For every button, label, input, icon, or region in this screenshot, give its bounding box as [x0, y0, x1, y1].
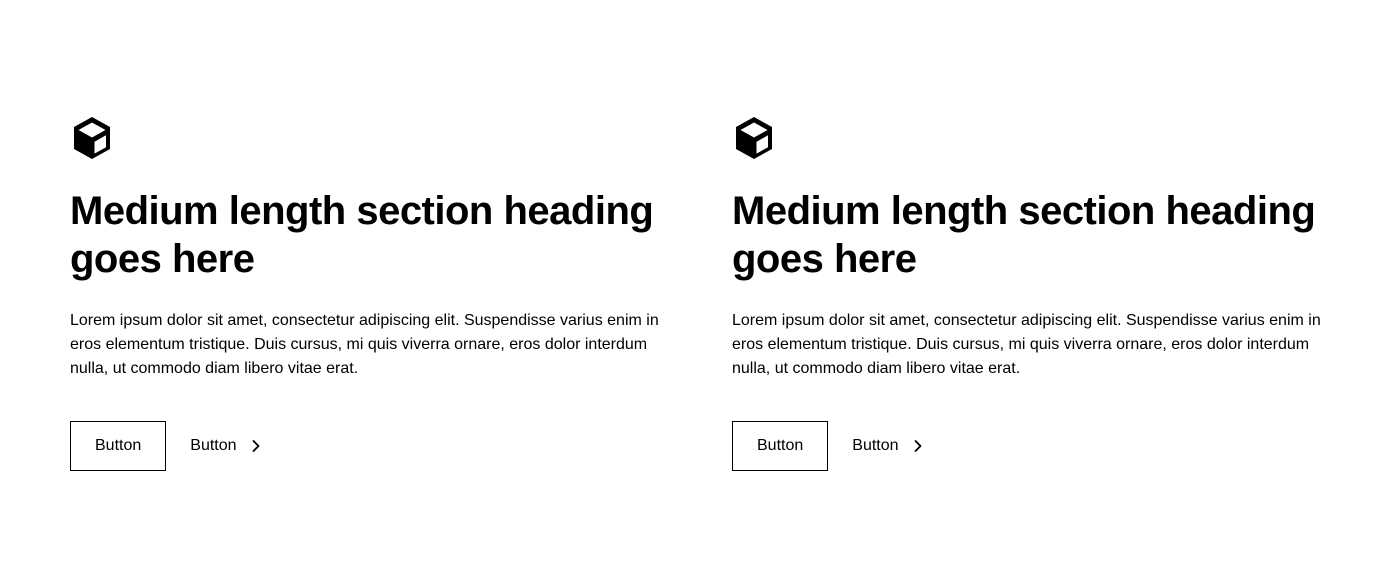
section-actions: Button Button	[70, 421, 656, 471]
secondary-link-button[interactable]: Button	[190, 421, 262, 471]
primary-button[interactable]: Button	[70, 421, 167, 471]
section-heading: Medium length section heading goes here	[732, 189, 1316, 281]
section-body: Lorem ipsum dolor sit amet, consectetur …	[70, 312, 659, 377]
secondary-button-label: Button	[190, 437, 237, 454]
section-body: Lorem ipsum dolor sit amet, consectetur …	[732, 312, 1321, 377]
cube-icon	[68, 114, 116, 162]
chevron-right-icon	[249, 439, 263, 453]
primary-button[interactable]: Button	[732, 421, 829, 471]
secondary-button-label: Button	[852, 437, 899, 454]
feature-columns: Medium length section heading goes here …	[68, 114, 1321, 471]
section-actions: Button Button	[732, 421, 1318, 471]
feature-section: Medium length section heading goes here …	[730, 114, 1321, 471]
chevron-right-icon	[911, 439, 925, 453]
cube-icon	[730, 114, 778, 162]
feature-section: Medium length section heading goes here …	[68, 114, 659, 471]
primary-button-label: Button	[95, 437, 142, 454]
primary-button-label: Button	[757, 437, 804, 454]
secondary-link-button[interactable]: Button	[852, 421, 924, 471]
section-heading: Medium length section heading goes here	[70, 189, 654, 281]
